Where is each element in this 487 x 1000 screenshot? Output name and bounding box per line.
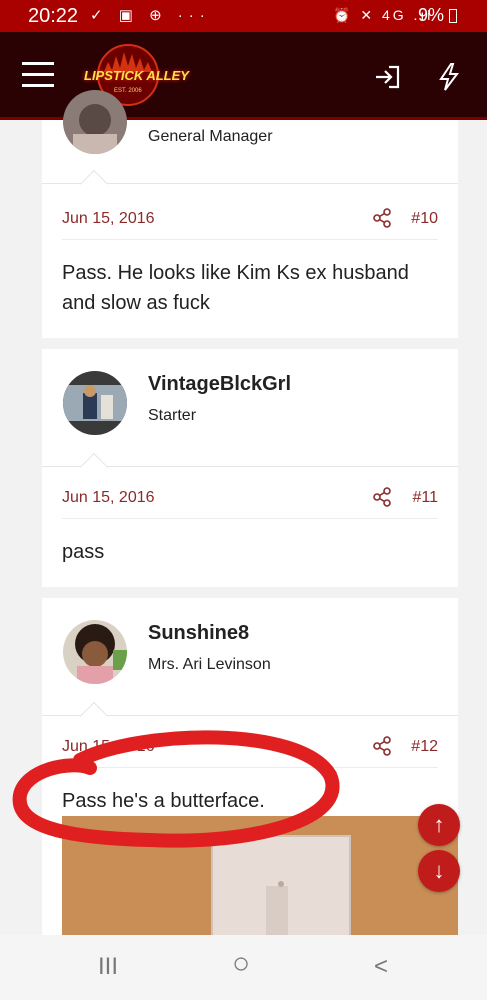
status-time: 20:22 <box>28 5 79 27</box>
home-icon[interactable]: ○ <box>232 947 250 981</box>
post-text-line: Pass. He looks like Kim Ks ex husband <box>62 262 409 284</box>
user-title: Starter <box>148 407 197 424</box>
hamburger-icon[interactable] <box>22 62 54 88</box>
post-meta: Jun 15, 2016 #11 <box>62 479 438 519</box>
post-number[interactable]: #12 <box>411 738 438 756</box>
share-icon[interactable] <box>372 208 392 228</box>
post-11: VintageBlckGrl Starter Jun 15, 2016 #11 … <box>42 349 458 587</box>
system-nav-bar: III ○ < <box>0 935 487 1000</box>
post-body: Pass. He looks like Kim Ks ex husband an… <box>62 258 438 318</box>
post-body: pass <box>62 541 105 563</box>
login-icon[interactable] <box>372 62 402 92</box>
lightning-icon[interactable] <box>437 62 467 92</box>
post-date[interactable]: Jun 15, 2016 <box>62 489 155 507</box>
post-meta: Jun 15, 2016 #10 <box>62 200 438 240</box>
back-icon[interactable]: < <box>374 953 388 981</box>
battery-level: 9% <box>418 5 445 25</box>
post-user-block: General Manager <box>42 90 458 184</box>
username[interactable]: Sunshine8 <box>148 622 249 645</box>
status-bar: 20:22 ✓ ▣ ⊕ ··· ⏰ ✕ 4G .ıl 9% <box>0 0 487 32</box>
post-text-line: and slow as fuck <box>62 292 210 314</box>
post-number[interactable]: #11 <box>412 489 438 507</box>
post-number[interactable]: #10 <box>411 210 438 228</box>
username[interactable]: VintageBlckGrl <box>148 373 291 396</box>
post-10: General Manager Jun 15, 2016 #10 Pass. H… <box>42 90 458 338</box>
annotation-circle <box>12 730 340 848</box>
avatar[interactable] <box>63 371 127 435</box>
post-user-block: VintageBlckGrl Starter <box>42 349 458 467</box>
user-title: Mrs. Ari Levinson <box>148 656 271 673</box>
post-user-block: Sunshine8 Mrs. Ari Levinson <box>42 598 458 716</box>
logo-subtext: EST. 2006 <box>114 88 142 94</box>
avatar[interactable] <box>63 90 127 154</box>
recents-icon[interactable]: III <box>98 953 118 981</box>
logo-text: LIPSTICK ALLEY <box>84 68 189 83</box>
scroll-down-button[interactable]: ↓ <box>418 850 460 892</box>
battery-icon <box>449 9 457 23</box>
share-icon[interactable] <box>372 736 392 756</box>
post-date[interactable]: Jun 15, 2016 <box>62 210 155 228</box>
notification-icons: ✓ ▣ ⊕ ··· <box>90 7 211 24</box>
avatar[interactable] <box>63 620 127 684</box>
scroll-up-button[interactable]: ↑ <box>418 804 460 846</box>
user-title: General Manager <box>148 128 273 145</box>
share-icon[interactable] <box>372 487 392 507</box>
